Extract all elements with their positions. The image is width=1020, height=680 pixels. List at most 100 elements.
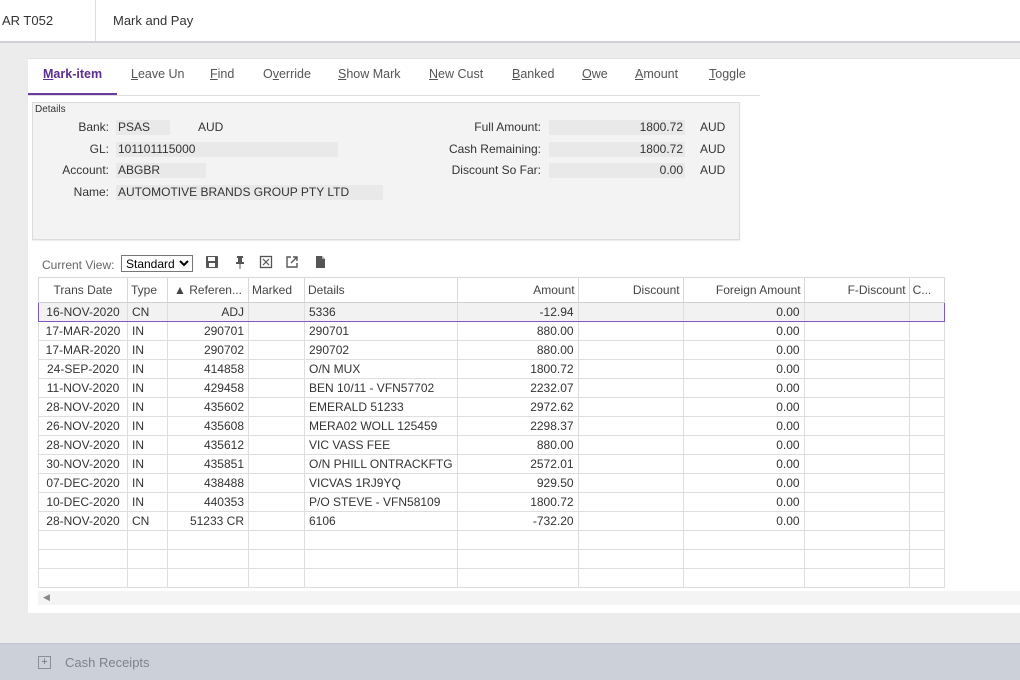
details-legend: Details bbox=[35, 104, 66, 115]
table-row[interactable] bbox=[38, 568, 945, 588]
tab-override[interactable]: Override bbox=[263, 67, 311, 81]
cell-f-discount bbox=[803, 321, 910, 341]
col-header-foreign-amount[interactable]: Foreign Amount bbox=[682, 277, 805, 303]
cell-marked bbox=[248, 397, 305, 417]
cell-reference: 435602 bbox=[167, 397, 249, 417]
bank-currency: AUD bbox=[198, 120, 224, 134]
pin-icon[interactable] bbox=[233, 255, 249, 271]
cell-marked bbox=[248, 359, 305, 379]
cell-foreign-amount: 0.00 bbox=[682, 340, 805, 360]
col-header-discount[interactable]: Discount bbox=[577, 277, 684, 303]
cell-foreign-amount bbox=[682, 568, 805, 588]
cell-foreign-amount: 0.00 bbox=[682, 416, 805, 436]
cell-type: IN bbox=[127, 340, 168, 360]
table-row[interactable]: 28-NOV-2020 IN 435612 VIC VASS FEE 880.00 0.0… bbox=[38, 435, 945, 455]
table-row[interactable]: 30-NOV-2020 IN 435851 O/N PHILL ONTRACKFTG 2… bbox=[38, 454, 945, 474]
table-row[interactable]: 11-NOV-2020 IN 429458 BEN 10/11 - VFN57702 2… bbox=[38, 378, 945, 398]
cell-c bbox=[908, 492, 945, 512]
cell-discount bbox=[577, 359, 684, 379]
action-tabs: Mark-item Leave Un Find Override Show Ma… bbox=[28, 58, 760, 96]
cell-details: P/O STEVE - VFN58109 bbox=[304, 492, 458, 512]
account-label: Account: bbox=[62, 163, 109, 177]
tab-mark-item[interactable]: Mark-item bbox=[43, 67, 102, 81]
tab-banked[interactable]: Banked bbox=[512, 67, 554, 81]
tab-leave-un[interactable]: Leave Un bbox=[131, 67, 185, 81]
cell-c bbox=[908, 473, 945, 493]
cell-type bbox=[127, 568, 168, 588]
table-row[interactable]: 24-SEP-2020 IN 414858 O/N MUX 1800.72 0.00 bbox=[38, 359, 945, 379]
table-row[interactable]: 17-MAR-2020 IN 290702 290702 880.00 0.00 bbox=[38, 340, 945, 360]
cell-amount: 1800.72 bbox=[456, 492, 579, 512]
col-header-details[interactable]: Details bbox=[304, 277, 458, 303]
table-row[interactable] bbox=[38, 530, 945, 550]
col-header-reference[interactable]: ▲ Referen... bbox=[167, 277, 249, 303]
tab-find[interactable]: Find bbox=[210, 67, 234, 81]
cell-amount: 929.50 bbox=[456, 473, 579, 493]
cell-type: IN bbox=[127, 473, 168, 493]
expand-icon[interactable]: + bbox=[38, 656, 51, 669]
cell-trans-date: 28-NOV-2020 bbox=[38, 435, 128, 455]
col-header-trans-date[interactable]: Trans Date bbox=[38, 277, 128, 303]
table-row[interactable] bbox=[38, 549, 945, 569]
cell-c bbox=[908, 454, 945, 474]
horizontal-scrollbar[interactable]: ◀ bbox=[38, 591, 1020, 605]
discount-so-far-value: 0.00 bbox=[549, 163, 685, 178]
document-icon[interactable] bbox=[313, 255, 329, 271]
current-view-select[interactable]: Standard bbox=[121, 255, 193, 272]
col-header-type[interactable]: Type bbox=[127, 277, 168, 303]
cell-c bbox=[908, 340, 945, 360]
table-row[interactable]: 17-MAR-2020 IN 290701 290701 880.00 0.00 bbox=[38, 321, 945, 341]
tab-toggle[interactable]: Toggle bbox=[709, 67, 746, 81]
col-header-amount[interactable]: Amount bbox=[456, 277, 579, 303]
header-divider bbox=[95, 0, 96, 41]
export-excel-icon[interactable] bbox=[259, 255, 275, 271]
cell-discount bbox=[577, 397, 684, 417]
cell-details: O/N MUX bbox=[304, 359, 458, 379]
col-header-c[interactable]: C... bbox=[908, 277, 945, 303]
cell-amount: 880.00 bbox=[456, 340, 579, 360]
cell-discount bbox=[577, 340, 684, 360]
cell-foreign-amount: 0.00 bbox=[682, 321, 805, 341]
cell-type: IN bbox=[127, 492, 168, 512]
tab-owe[interactable]: Owe bbox=[582, 67, 608, 81]
save-icon[interactable] bbox=[205, 255, 221, 271]
cell-type: IN bbox=[127, 378, 168, 398]
cell-discount bbox=[577, 416, 684, 436]
tab-new-cust[interactable]: New Cust bbox=[429, 67, 483, 81]
table-row[interactable]: 16-NOV-2020 CN ADJ 5336 -12.94 0.00 bbox=[38, 302, 945, 322]
cell-discount bbox=[577, 321, 684, 341]
cash-receipts-label: Cash Receipts bbox=[65, 655, 150, 670]
cell-reference bbox=[167, 549, 249, 569]
cell-marked bbox=[248, 530, 305, 550]
cell-reference: 429458 bbox=[167, 378, 249, 398]
cell-marked bbox=[248, 416, 305, 436]
table-row[interactable]: 28-NOV-2020 CN 51233 CR 6106 -732.20 0.00 bbox=[38, 511, 945, 531]
open-external-icon[interactable] bbox=[285, 255, 301, 271]
table-row[interactable]: 10-DEC-2020 IN 440353 P/O STEVE - VFN58109 1… bbox=[38, 492, 945, 512]
table-row[interactable]: 26-NOV-2020 IN 435608 MERA02 WOLL 125459 229… bbox=[38, 416, 945, 436]
scroll-left-icon[interactable]: ◀ bbox=[43, 592, 50, 603]
cell-reference: 51233 CR bbox=[167, 511, 249, 531]
cell-details: VIC VASS FEE bbox=[304, 435, 458, 455]
cell-foreign-amount: 0.00 bbox=[682, 378, 805, 398]
cell-trans-date: 17-MAR-2020 bbox=[38, 321, 128, 341]
cell-c bbox=[908, 378, 945, 398]
discount-so-far-currency: AUD bbox=[700, 163, 726, 177]
cell-trans-date: 07-DEC-2020 bbox=[38, 473, 128, 493]
cell-type: IN bbox=[127, 321, 168, 341]
cell-reference: 435851 bbox=[167, 454, 249, 474]
tab-show-mark[interactable]: Show Mark bbox=[338, 67, 401, 81]
cash-receipts-section[interactable]: + Cash Receipts bbox=[0, 643, 1020, 680]
col-header-f-discount[interactable]: F-Discount bbox=[803, 277, 910, 303]
cash-remaining-currency: AUD bbox=[700, 142, 726, 156]
table-row[interactable]: 28-NOV-2020 IN 435602 EMERALD 51233 2972.62 0… bbox=[38, 397, 945, 417]
tab-amount[interactable]: Amount bbox=[635, 67, 678, 81]
cell-amount bbox=[456, 530, 579, 550]
cell-discount bbox=[577, 568, 684, 588]
col-header-marked[interactable]: Marked bbox=[248, 277, 305, 303]
cell-f-discount bbox=[803, 473, 910, 493]
table-row[interactable]: 07-DEC-2020 IN 438488 VICVAS 1RJ9YQ 929.50 0.… bbox=[38, 473, 945, 493]
cell-discount bbox=[577, 549, 684, 569]
cell-discount bbox=[577, 511, 684, 531]
cell-foreign-amount: 0.00 bbox=[682, 454, 805, 474]
